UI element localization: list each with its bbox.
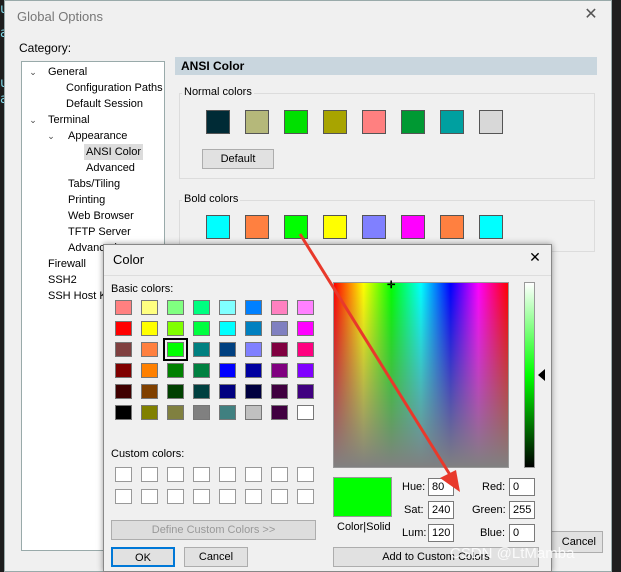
arrow-head [440, 470, 460, 492]
arrow-line [298, 233, 454, 479]
annotation-arrow [298, 233, 460, 492]
watermark: CSDN @LtMamba [450, 545, 575, 562]
